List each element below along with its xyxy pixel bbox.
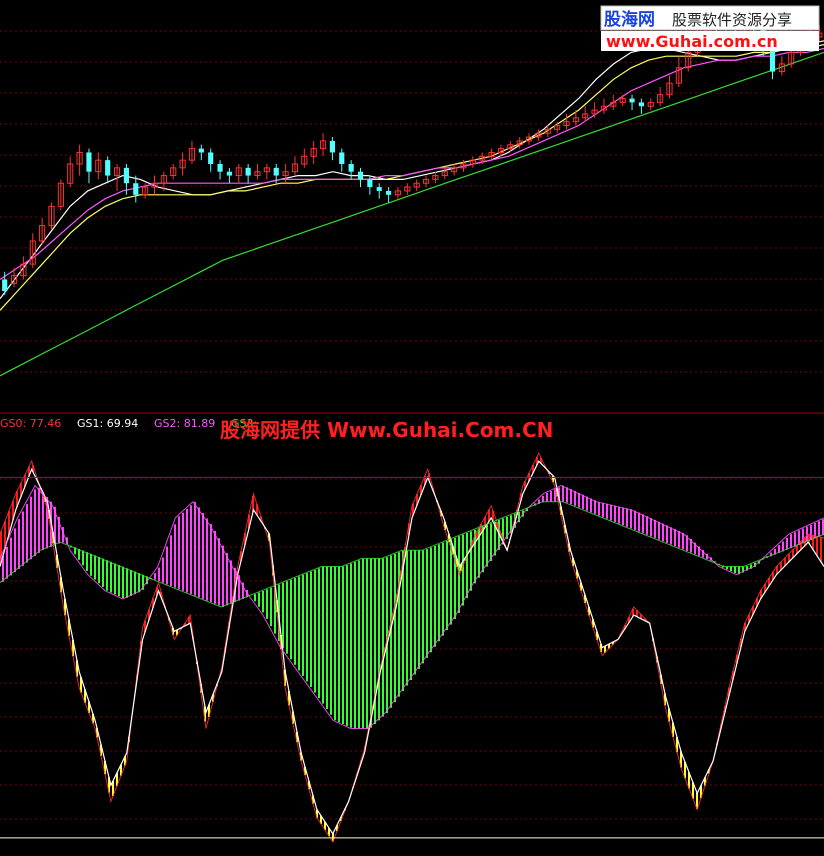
- watermark-logo-text: 股海网: [604, 9, 655, 30]
- candle-body: [367, 179, 373, 188]
- candle-body: [86, 152, 92, 172]
- candle-body: [376, 187, 382, 191]
- watermark-url: www.Guhai.com.cn: [606, 32, 778, 51]
- candle-body: [245, 167, 251, 176]
- candle-body: [638, 102, 644, 107]
- candle-body: [226, 171, 232, 176]
- watermark-overlay: 股海网提供 Www.Guhai.Com.CN: [220, 418, 553, 442]
- ma-line-2: [0, 47, 824, 281]
- legend-gs0: GS0: 77.46: [0, 417, 61, 430]
- candle-body: [123, 167, 129, 184]
- candle-body: [339, 152, 345, 164]
- candle-body: [217, 164, 223, 172]
- candle-body: [208, 152, 214, 164]
- chart-stage: GS0: 77.46 GS1: 69.94 GS2: 81.89 GS3: 股海网提供…: [0, 0, 824, 856]
- moving-average-lines: [0, 40, 824, 377]
- candle-body: [348, 164, 354, 172]
- legend-gs1: GS1: 69.94: [77, 417, 138, 430]
- candle-body: [133, 183, 139, 195]
- candle-body: [386, 190, 392, 195]
- candle-body: [2, 279, 8, 292]
- candle-body: [357, 171, 364, 180]
- candle-body: [273, 167, 279, 176]
- candle-body: [105, 160, 111, 176]
- watermark-slogan: 股票软件资源分享: [672, 11, 792, 29]
- candle-body: [769, 48, 776, 72]
- ma-line-0: [0, 40, 824, 300]
- price-grid: [0, 30, 824, 373]
- candle-body: [629, 98, 635, 103]
- indicator-histogram: [0, 456, 824, 842]
- ma-line-3: [0, 51, 824, 377]
- candle-body: [198, 148, 204, 153]
- watermark-logo: 股海网 股票软件资源分享 www.Guhai.com.cn: [600, 5, 820, 51]
- legend-gs2: GS2: 81.89: [154, 417, 215, 430]
- stock-chart: GS0: 77.46 GS1: 69.94 GS2: 81.89 GS3: 股海网提供…: [0, 5, 824, 843]
- indicator-legend: GS0: 77.46 GS1: 69.94 GS2: 81.89 GS3:: [0, 417, 257, 430]
- candle-body: [329, 140, 335, 153]
